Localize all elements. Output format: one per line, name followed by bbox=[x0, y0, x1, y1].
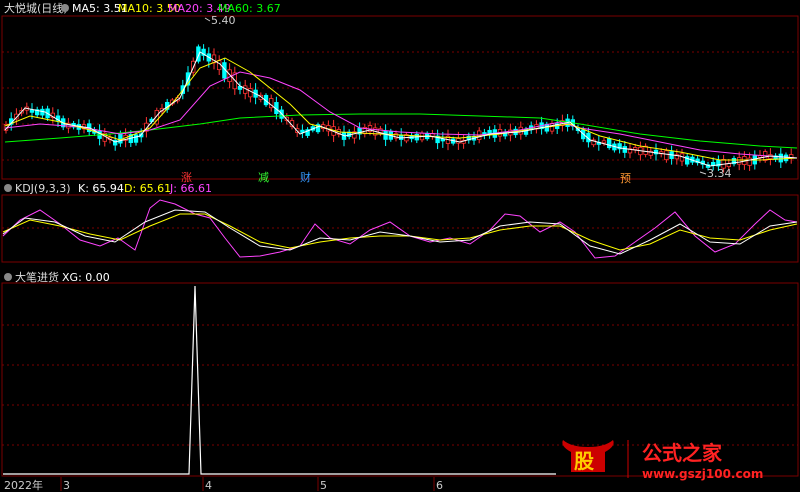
panel-toggle-icon[interactable] bbox=[4, 273, 12, 281]
x-axis: 2022年 3 4 5 6 bbox=[4, 477, 443, 492]
panel-toggle-icon[interactable] bbox=[61, 4, 69, 12]
kdj-j-line bbox=[2, 199, 798, 259]
ma5-line bbox=[4, 51, 798, 167]
kdj-k-line bbox=[2, 209, 798, 255]
marker-jian: 减 bbox=[258, 171, 269, 184]
x-tick-label: 2022年 bbox=[4, 478, 43, 492]
candle-body bbox=[783, 154, 789, 162]
kdj-k-value: K: 65.94 bbox=[78, 182, 124, 195]
chart-canvas: 5.40 3.34 涨 减 财 预 2022年 3 4 5 6 大悦城(日线) … bbox=[1, 1, 799, 492]
candle-body bbox=[737, 157, 742, 165]
candle-body bbox=[549, 123, 555, 132]
kdj-j-value: J: 66.61 bbox=[169, 182, 212, 195]
candle-body bbox=[633, 147, 638, 150]
candle-body bbox=[747, 157, 752, 166]
marker-yu: 预 bbox=[620, 172, 631, 185]
candle-body bbox=[118, 133, 123, 144]
kdj-d-value: D: 65.61 bbox=[124, 182, 171, 195]
x-tick-label: 4 bbox=[205, 479, 212, 492]
candle-body bbox=[601, 140, 607, 144]
candle-body bbox=[664, 150, 669, 161]
candlestick-series bbox=[3, 44, 794, 173]
x-tick-label: 3 bbox=[63, 479, 70, 492]
price-panel-header: 大悦城(日线) MA5: 3.51 MA10: 3.50 MA20: 3.49 … bbox=[4, 1, 281, 15]
kdj-title: KDJ(9,3,3) bbox=[15, 182, 71, 195]
candle-body bbox=[456, 138, 461, 144]
kdj-lines bbox=[2, 199, 798, 259]
panel-toggle-icon[interactable] bbox=[4, 184, 12, 192]
ma60-value: MA60: 3.67 bbox=[218, 2, 281, 15]
site-name: 公式之家 bbox=[642, 441, 723, 465]
price-high-label: 5.40 bbox=[211, 14, 236, 27]
chart-grid bbox=[1, 15, 799, 477]
signal-panel-header: 大笔进货 XG: 0.00 bbox=[4, 270, 110, 284]
kdj-panel-header: KDJ(9,3,3) K: 65.94 D: 65.61 J: 66.61 bbox=[4, 182, 212, 195]
candle-body bbox=[248, 88, 253, 98]
candle-body bbox=[133, 134, 139, 143]
marker-cai: 财 bbox=[300, 170, 311, 184]
candle-body bbox=[398, 134, 404, 140]
logo-char: 股 bbox=[574, 449, 594, 473]
event-markers: 涨 减 财 预 bbox=[181, 170, 631, 185]
x-tick-label: 5 bbox=[320, 479, 327, 492]
x-tick-label: 6 bbox=[436, 479, 443, 492]
candle-body bbox=[29, 109, 35, 113]
watermark: 股 公式之家 www.gszj100.com bbox=[562, 440, 763, 481]
candle-body bbox=[383, 130, 388, 140]
xg-value: XG: 0.00 bbox=[62, 271, 110, 284]
stock-title: 大悦城(日线) bbox=[4, 1, 68, 15]
xg-signal-line bbox=[3, 285, 556, 475]
candle-body bbox=[778, 153, 783, 163]
site-url: www.gszj100.com bbox=[642, 467, 763, 481]
price-low-label: 3.34 bbox=[707, 167, 732, 180]
candle-body bbox=[622, 146, 627, 153]
moving-average-lines bbox=[4, 51, 798, 167]
signal-title: 大笔进货 bbox=[15, 270, 59, 284]
candle-body bbox=[607, 138, 612, 149]
kdj-d-line bbox=[2, 213, 798, 251]
